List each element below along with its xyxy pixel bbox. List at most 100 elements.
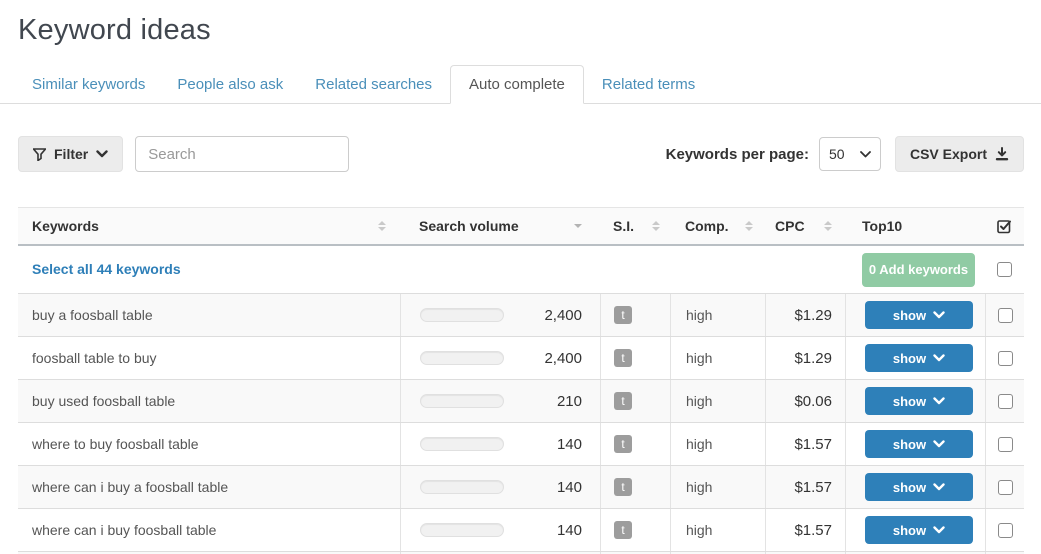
header-search-volume[interactable]: Search volume [400, 208, 600, 244]
page: Keyword ideas Similar keywords People al… [0, 14, 1041, 554]
row-checkbox[interactable] [998, 437, 1013, 452]
select-all-checkbox-cell [985, 246, 1024, 293]
row-checkbox[interactable] [998, 523, 1013, 538]
show-button[interactable]: show [865, 473, 973, 501]
row-checkbox[interactable] [998, 351, 1013, 366]
comp-value: high [686, 393, 712, 409]
keyword-text: buy used foosball table [32, 393, 175, 409]
volume-value: 140 [557, 479, 582, 496]
chevron-down-icon [933, 397, 945, 405]
header-keywords[interactable]: Keywords [18, 208, 400, 244]
cpc-value: $1.57 [794, 436, 832, 453]
chevron-down-icon [933, 483, 945, 491]
table-row: buy used foosball table 210 t high $0.06… [18, 380, 1024, 423]
volume-value: 2,400 [544, 350, 582, 367]
comp-value: high [686, 522, 712, 538]
checked-checkbox-icon [997, 219, 1012, 234]
table-row: foosball table to buy 2,400 t high $1.29… [18, 337, 1024, 380]
sort-desc-icon [574, 224, 582, 228]
select-all-link[interactable]: Select all 44 keywords [32, 261, 181, 277]
volume-bar [420, 480, 504, 494]
comp-value: high [686, 479, 712, 495]
comp-value: high [686, 436, 712, 452]
comp-value: high [686, 350, 712, 366]
page-title: Keyword ideas [18, 14, 1041, 47]
keywords-table: Keywords Search volume S.I. Comp. CPC To… [18, 207, 1024, 554]
add-keywords-button[interactable]: 0 Add keywords [862, 253, 975, 287]
show-button[interactable]: show [865, 430, 973, 458]
volume-value: 140 [557, 522, 582, 539]
chevron-down-icon [96, 150, 108, 158]
cpc-value: $0.06 [794, 393, 832, 410]
sort-icon [745, 221, 753, 231]
header-top10: Top10 [845, 208, 985, 244]
filter-button-label: Filter [54, 146, 88, 162]
keyword-text: where to buy foosball table [32, 436, 199, 452]
chevron-down-icon [860, 151, 871, 158]
table-row: where can i buy a foosball table 140 t h… [18, 466, 1024, 509]
header-comp[interactable]: Comp. [670, 208, 765, 244]
select-all-link-area: Select all 44 keywords [18, 261, 845, 279]
sort-icon [824, 221, 832, 231]
chevron-down-icon [933, 440, 945, 448]
si-badge: t [614, 521, 632, 539]
tab-similar-keywords[interactable]: Similar keywords [18, 66, 159, 103]
show-button[interactable]: show [865, 387, 973, 415]
table-row: buy a foosball table 2,400 t high $1.29 … [18, 294, 1024, 337]
volume-bar [420, 523, 504, 537]
toolbar: Filter Keywords per page: 50 CSV Export [18, 136, 1024, 172]
cpc-value: $1.29 [794, 350, 832, 367]
tab-related-terms[interactable]: Related terms [588, 66, 709, 103]
per-page-value: 50 [829, 146, 845, 162]
search-input[interactable] [135, 136, 349, 172]
header-si[interactable]: S.I. [600, 208, 670, 244]
volume-bar [420, 351, 504, 365]
sort-icon [652, 221, 660, 231]
add-keywords-cell: 0 Add keywords [845, 246, 985, 293]
per-page-select[interactable]: 50 [819, 137, 881, 171]
csv-export-label: CSV Export [910, 146, 987, 162]
row-checkbox[interactable] [998, 480, 1013, 495]
chevron-down-icon [933, 354, 945, 362]
cpc-value: $1.57 [794, 479, 832, 496]
si-badge: t [614, 306, 632, 324]
header-select-all-checkbox[interactable] [985, 208, 1024, 244]
volume-bar [420, 308, 504, 322]
volume-value: 140 [557, 436, 582, 453]
show-button[interactable]: show [865, 344, 973, 372]
tab-bar: Similar keywords People also ask Related… [0, 65, 1041, 104]
si-badge: t [614, 478, 632, 496]
show-button[interactable]: show [865, 516, 973, 544]
toolbar-right: Keywords per page: 50 CSV Export [666, 136, 1024, 172]
header-cpc[interactable]: CPC [765, 208, 845, 244]
table-row: where to buy foosball table 140 t high $… [18, 423, 1024, 466]
keyword-text: buy a foosball table [32, 307, 153, 323]
funnel-icon [33, 148, 46, 161]
tab-auto-complete[interactable]: Auto complete [450, 65, 584, 104]
keyword-text: where can i buy a foosball table [32, 479, 228, 495]
table-header-row: Keywords Search volume S.I. Comp. CPC To… [18, 208, 1024, 246]
si-badge: t [614, 349, 632, 367]
comp-value: high [686, 307, 712, 323]
tab-related-searches[interactable]: Related searches [301, 66, 446, 103]
csv-export-button[interactable]: CSV Export [895, 136, 1024, 172]
table-row: where can i buy foosball table 140 t hig… [18, 509, 1024, 552]
cpc-value: $1.29 [794, 307, 832, 324]
show-button[interactable]: show [865, 301, 973, 329]
row-checkbox[interactable] [998, 394, 1013, 409]
cpc-value: $1.57 [794, 522, 832, 539]
filter-button[interactable]: Filter [18, 136, 123, 172]
select-all-checkbox[interactable] [997, 262, 1012, 277]
per-page-label: Keywords per page: [666, 146, 809, 163]
sort-icon [378, 221, 386, 231]
download-icon [995, 147, 1009, 161]
keyword-text: where can i buy foosball table [32, 522, 216, 538]
volume-value: 210 [557, 393, 582, 410]
volume-bar [420, 394, 504, 408]
chevron-down-icon [933, 526, 945, 534]
tab-people-also-ask[interactable]: People also ask [163, 66, 297, 103]
chevron-down-icon [933, 311, 945, 319]
row-checkbox[interactable] [998, 308, 1013, 323]
volume-bar [420, 437, 504, 451]
si-badge: t [614, 435, 632, 453]
